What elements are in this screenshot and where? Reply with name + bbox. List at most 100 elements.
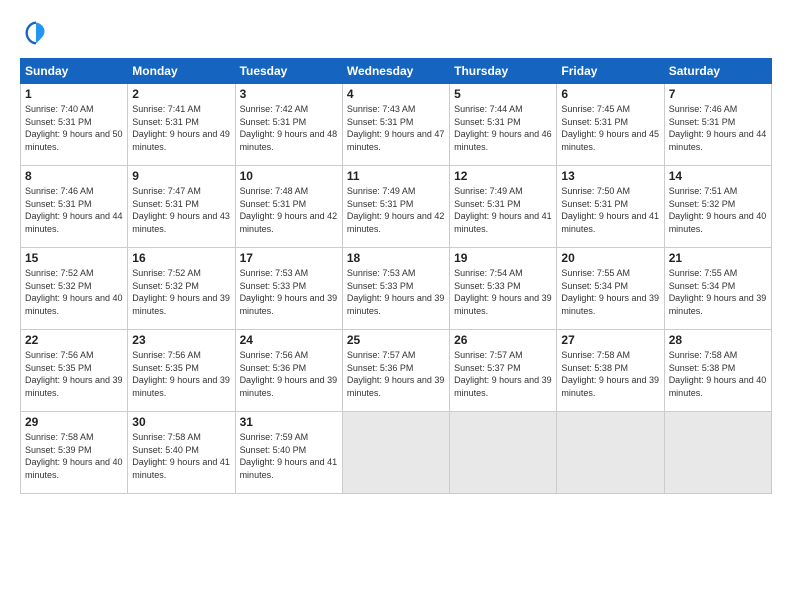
sunset-label: Sunset: 5:35 PM [132, 363, 199, 373]
sunrise-label: Sunrise: 7:58 AM [669, 350, 738, 360]
day-info: Sunrise: 7:51 AMSunset: 5:32 PMDaylight:… [669, 185, 767, 235]
calendar-week-2: 8Sunrise: 7:46 AMSunset: 5:31 PMDaylight… [21, 166, 772, 248]
sunset-label: Sunset: 5:31 PM [132, 199, 199, 209]
day-info: Sunrise: 7:56 AMSunset: 5:35 PMDaylight:… [132, 349, 230, 399]
day-number: 11 [347, 169, 445, 183]
daylight-label: Daylight: 9 hours and 46 minutes. [454, 129, 552, 152]
logo [20, 18, 50, 46]
calendar-table: Sunday Monday Tuesday Wednesday Thursday… [20, 58, 772, 494]
daylight-label: Daylight: 9 hours and 45 minutes. [561, 129, 659, 152]
sunset-label: Sunset: 5:38 PM [561, 363, 628, 373]
calendar-cell: 10Sunrise: 7:48 AMSunset: 5:31 PMDayligh… [235, 166, 342, 248]
day-info: Sunrise: 7:46 AMSunset: 5:31 PMDaylight:… [669, 103, 767, 153]
calendar-cell: 8Sunrise: 7:46 AMSunset: 5:31 PMDaylight… [21, 166, 128, 248]
daylight-label: Daylight: 9 hours and 40 minutes. [25, 457, 123, 480]
day-number: 18 [347, 251, 445, 265]
sunset-label: Sunset: 5:31 PM [132, 117, 199, 127]
sunset-label: Sunset: 5:33 PM [240, 281, 307, 291]
sunset-label: Sunset: 5:34 PM [669, 281, 736, 291]
calendar-week-1: 1Sunrise: 7:40 AMSunset: 5:31 PMDaylight… [21, 84, 772, 166]
sunrise-label: Sunrise: 7:45 AM [561, 104, 630, 114]
calendar-cell: 27Sunrise: 7:58 AMSunset: 5:38 PMDayligh… [557, 330, 664, 412]
day-number: 19 [454, 251, 552, 265]
calendar-cell: 3 Sunrise: 7:42 AMSunset: 5:31 PMDaylight… [235, 84, 342, 166]
calendar-cell: 2Sunrise: 7:41 AMSunset: 5:31 PMDaylight… [128, 84, 235, 166]
day-info: Sunrise: 7:58 AMSunset: 5:38 PMDaylight:… [669, 349, 767, 399]
daylight-label: Daylight: 9 hours and 39 minutes. [454, 293, 552, 316]
calendar-week-3: 15Sunrise: 7:52 AMSunset: 5:32 PMDayligh… [21, 248, 772, 330]
page-header [20, 18, 772, 46]
calendar-cell: 12Sunrise: 7:49 AMSunset: 5:31 PMDayligh… [450, 166, 557, 248]
day-info: Sunrise: 7:43 AMSunset: 5:31 PMDaylight:… [347, 103, 445, 153]
daylight-label: Daylight: 9 hours and 39 minutes. [25, 375, 123, 398]
day-number: 2 [132, 87, 230, 101]
day-number: 16 [132, 251, 230, 265]
col-tuesday: Tuesday [235, 59, 342, 84]
day-info: Sunrise: 7:48 AMSunset: 5:31 PMDaylight:… [240, 185, 338, 235]
calendar-cell: 28 Sunrise: 7:58 AMSunset: 5:38 PMDayligh… [664, 330, 771, 412]
day-info: Sunrise: 7:54 AMSunset: 5:33 PMDaylight:… [454, 267, 552, 317]
col-wednesday: Wednesday [342, 59, 449, 84]
day-info: Sunrise: 7:49 AMSunset: 5:31 PMDaylight:… [347, 185, 445, 235]
daylight-label: Daylight: 9 hours and 39 minutes. [132, 293, 230, 316]
calendar-cell: 17Sunrise: 7:53 AMSunset: 5:33 PMDayligh… [235, 248, 342, 330]
calendar-cell: 15Sunrise: 7:52 AMSunset: 5:32 PMDayligh… [21, 248, 128, 330]
sunset-label: Sunset: 5:40 PM [240, 445, 307, 455]
calendar-week-4: 22Sunrise: 7:56 AMSunset: 5:35 PMDayligh… [21, 330, 772, 412]
daylight-label: Daylight: 9 hours and 44 minutes. [669, 129, 767, 152]
day-info: Sunrise: 7:47 AMSunset: 5:31 PMDaylight:… [132, 185, 230, 235]
page-container: Sunday Monday Tuesday Wednesday Thursday… [0, 0, 792, 504]
calendar-cell [664, 412, 771, 494]
daylight-label: Daylight: 9 hours and 40 minutes. [669, 211, 767, 234]
calendar-cell: 7Sunrise: 7:46 AMSunset: 5:31 PMDaylight… [664, 84, 771, 166]
day-number: 25 [347, 333, 445, 347]
day-info: Sunrise: 7:55 AMSunset: 5:34 PMDaylight:… [669, 267, 767, 317]
sunset-label: Sunset: 5:32 PM [669, 199, 736, 209]
calendar-cell: 13 Sunrise: 7:50 AMSunset: 5:31 PMDayligh… [557, 166, 664, 248]
sunrise-label: Sunrise: 7:44 AM [454, 104, 523, 114]
day-number: 3 [240, 87, 338, 101]
sunrise-label: Sunrise: 7:50 AM [561, 186, 630, 196]
day-number: 24 [240, 333, 338, 347]
calendar-cell: 20 Sunrise: 7:55 AMSunset: 5:34 PMDayligh… [557, 248, 664, 330]
day-number: 22 [25, 333, 123, 347]
daylight-label: Daylight: 9 hours and 39 minutes. [132, 375, 230, 398]
day-info: Sunrise: 7:42 AMSunset: 5:31 PMDaylight:… [240, 103, 338, 153]
day-info: Sunrise: 7:50 AMSunset: 5:31 PMDaylight:… [561, 185, 659, 235]
sunrise-label: Sunrise: 7:57 AM [454, 350, 523, 360]
sunset-label: Sunset: 5:31 PM [669, 117, 736, 127]
calendar-week-5: 29Sunrise: 7:58 AMSunset: 5:39 PMDayligh… [21, 412, 772, 494]
day-number: 28 [669, 333, 767, 347]
day-number: 17 [240, 251, 338, 265]
daylight-label: Daylight: 9 hours and 39 minutes. [454, 375, 552, 398]
daylight-label: Daylight: 9 hours and 44 minutes. [25, 211, 123, 234]
sunrise-label: Sunrise: 7:41 AM [132, 104, 201, 114]
day-info: Sunrise: 7:44 AMSunset: 5:31 PMDaylight:… [454, 103, 552, 153]
daylight-label: Daylight: 9 hours and 41 minutes. [561, 211, 659, 234]
day-number: 20 [561, 251, 659, 265]
sunrise-label: Sunrise: 7:53 AM [240, 268, 309, 278]
calendar-cell: 25Sunrise: 7:57 AMSunset: 5:36 PMDayligh… [342, 330, 449, 412]
day-info: Sunrise: 7:55 AMSunset: 5:34 PMDaylight:… [561, 267, 659, 317]
daylight-label: Daylight: 9 hours and 50 minutes. [25, 129, 123, 152]
daylight-label: Daylight: 9 hours and 39 minutes. [561, 293, 659, 316]
header-row: Sunday Monday Tuesday Wednesday Thursday… [21, 59, 772, 84]
day-number: 8 [25, 169, 123, 183]
calendar-cell: 16Sunrise: 7:52 AMSunset: 5:32 PMDayligh… [128, 248, 235, 330]
day-info: Sunrise: 7:53 AMSunset: 5:33 PMDaylight:… [240, 267, 338, 317]
daylight-label: Daylight: 9 hours and 39 minutes. [669, 293, 767, 316]
calendar-cell [450, 412, 557, 494]
sunset-label: Sunset: 5:33 PM [347, 281, 414, 291]
calendar-cell: 1Sunrise: 7:40 AMSunset: 5:31 PMDaylight… [21, 84, 128, 166]
day-number: 1 [25, 87, 123, 101]
day-number: 13 [561, 169, 659, 183]
col-saturday: Saturday [664, 59, 771, 84]
calendar-cell: 24Sunrise: 7:56 AMSunset: 5:36 PMDayligh… [235, 330, 342, 412]
daylight-label: Daylight: 9 hours and 43 minutes. [132, 211, 230, 234]
day-number: 21 [669, 251, 767, 265]
sunset-label: Sunset: 5:34 PM [561, 281, 628, 291]
sunrise-label: Sunrise: 7:56 AM [25, 350, 94, 360]
col-sunday: Sunday [21, 59, 128, 84]
sunrise-label: Sunrise: 7:52 AM [25, 268, 94, 278]
day-info: Sunrise: 7:52 AMSunset: 5:32 PMDaylight:… [25, 267, 123, 317]
